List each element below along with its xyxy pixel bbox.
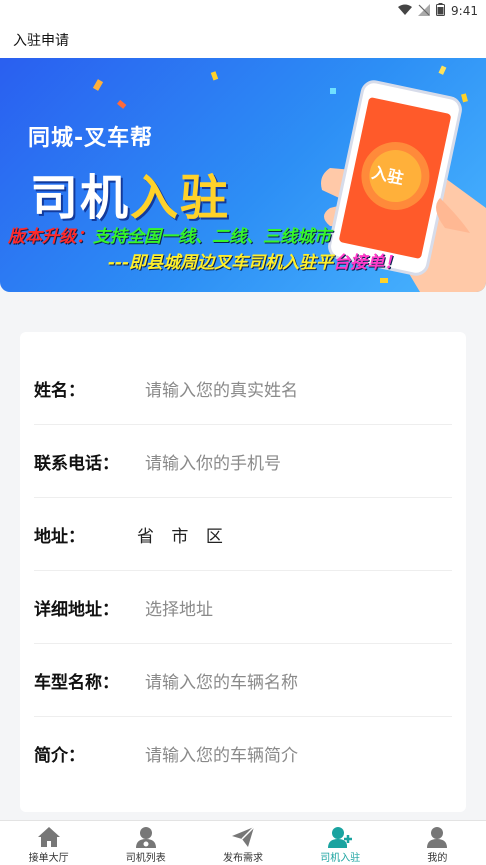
banner-line-2-part1: ---即县城周边叉车司机入驻平 — [108, 253, 334, 273]
profile-icon — [427, 827, 448, 848]
form-row-detail-address: 详细地址： 选择地址 — [34, 571, 452, 644]
form-row-name: 姓名： 请输入您的真实姓名 — [34, 352, 452, 425]
tab-post-demand[interactable]: 发布需求 — [194, 821, 291, 865]
form-row-vehicle-model: 车型名称： 请输入您的车辆名称 — [34, 644, 452, 717]
bottom-tab-bar: 接单大厅 司机列表 发布需求 司机入驻 我的 — [0, 820, 486, 865]
address-picker[interactable]: 省 市 区 — [137, 522, 223, 547]
intro-label: 简介： — [34, 746, 85, 766]
send-icon — [232, 826, 255, 847]
tab-profile-label: 我的 — [427, 853, 448, 864]
tab-profile[interactable]: 我的 — [389, 821, 486, 865]
detail-address-input[interactable]: 选择地址 — [145, 595, 213, 620]
form-row-intro: 简介： 请输入您的车辆简介 — [34, 717, 452, 790]
tab-driver-join[interactable]: 司机入驻 — [292, 821, 389, 865]
tab-post-demand-label: 发布需求 — [223, 853, 263, 864]
vehicle-model-input[interactable]: 请输入您的车辆名称 — [145, 668, 298, 693]
tab-order-hall-label: 接单大厅 — [28, 853, 69, 864]
tab-driver-list-label: 司机列表 — [125, 853, 166, 864]
banner-line-1: 版本升级：支持全国一线、二线、三线城市 — [8, 222, 331, 247]
tab-driver-list[interactable]: 司机列表 — [97, 821, 194, 865]
address-label: 地址： — [34, 526, 85, 547]
banner-line-1-part1: 版本升级： — [8, 227, 93, 247]
banner-title-part2: 入驻 — [130, 170, 231, 226]
phone-label: 联系电话： — [34, 453, 119, 474]
name-label: 姓名： — [34, 380, 85, 401]
province-select[interactable]: 省 — [137, 527, 154, 547]
form-row-phone: 联系电话： 请输入你的手机号 — [34, 425, 452, 498]
banner-title-part1: 司机 — [30, 170, 131, 226]
district-select[interactable]: 区 — [206, 527, 223, 547]
battery-icon — [436, 3, 446, 19]
form-row-address: 地址： 省 市 区 — [34, 498, 452, 571]
banner-line-2: ---即县城周边叉车司机入驻平台接单！ — [108, 248, 401, 273]
page-header: 入驻申请 — [0, 22, 486, 58]
banner-subtitle: 同城-叉车帮 — [28, 126, 154, 151]
driver-icon — [135, 827, 156, 848]
vehicle-model-label: 车型名称： — [34, 672, 119, 693]
name-input[interactable]: 请输入您的真实姓名 — [145, 376, 298, 401]
city-select[interactable]: 市 — [171, 527, 188, 547]
banner-title: 司机入驻 — [30, 158, 230, 228]
detail-address-label: 详细地址： — [34, 599, 119, 620]
banner-line-2-part2: 台接单！ — [333, 253, 402, 273]
wifi-icon — [398, 4, 413, 19]
page-title: 入驻申请 — [13, 33, 69, 49]
tab-order-hall[interactable]: 接单大厅 — [0, 821, 97, 865]
status-bar: 9:41 — [0, 0, 486, 22]
application-form: 姓名： 请输入您的真实姓名 联系电话： 请输入你的手机号 地址： 省 市 区 详… — [20, 332, 466, 812]
signal-icon — [418, 3, 431, 19]
banner-line-1-part2: 支持全国一线、二线、三线城市 — [93, 227, 331, 247]
status-time: 9:41 — [451, 4, 478, 18]
phone-input[interactable]: 请输入你的手机号 — [145, 449, 281, 474]
intro-input[interactable]: 请输入您的车辆简介 — [145, 741, 298, 766]
recruit-banner[interactable]: 同城-叉车帮 司机入驻 入驻 版本升级：支持全国一线、二线、三线城市 ---即县… — [0, 58, 486, 292]
tab-driver-join-label: 司机入驻 — [320, 853, 361, 864]
add-driver-icon — [328, 827, 353, 848]
home-icon — [37, 827, 60, 847]
